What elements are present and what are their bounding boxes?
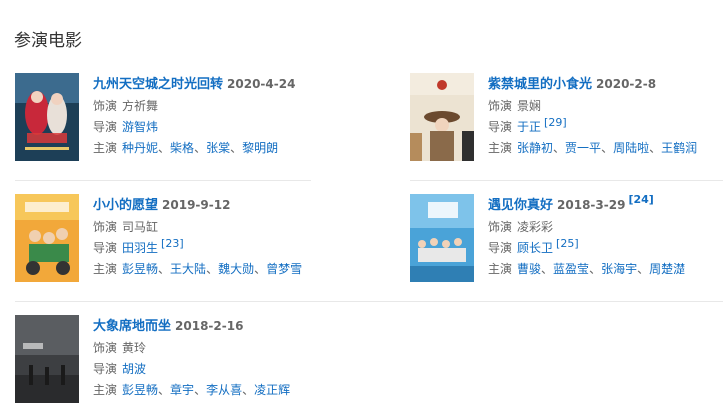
cast-link[interactable]: 王大陆	[170, 262, 206, 276]
row-divider	[410, 180, 723, 181]
cast-link[interactable]: 贾一平	[565, 141, 601, 155]
cast-link[interactable]: 种丹妮	[122, 141, 158, 155]
citation-ref[interactable]: [24]	[628, 193, 653, 206]
citation-ref[interactable]: [25]	[556, 237, 579, 250]
section-title: 参演电影	[14, 31, 82, 51]
director-label: 导演	[93, 241, 118, 255]
role-value: 景娴	[517, 99, 542, 113]
director-link[interactable]: 游智炜	[122, 120, 158, 134]
release-date: 2020-2-8	[596, 77, 657, 91]
cast-link[interactable]: 蓝盈莹	[553, 262, 589, 276]
cast-link[interactable]: 曾梦雪	[266, 262, 302, 276]
role-label: 饰演	[488, 99, 513, 113]
role-value: 司马缸	[122, 220, 159, 234]
director-link[interactable]: 田羽生	[122, 241, 158, 255]
director-link[interactable]: 胡波	[122, 362, 146, 376]
director-label: 导演	[488, 241, 513, 255]
cast-link[interactable]: 柴格	[170, 141, 194, 155]
release-date: 2018-3-29	[557, 198, 626, 212]
role-label: 饰演	[93, 341, 118, 355]
movie-poster[interactable]	[15, 194, 79, 282]
movie-card: 九州天空城之时光回转 2020-4-24 饰演 方祈舞 导演 游智炜 主演 种丹妮、柴格…	[15, 73, 315, 161]
row-divider	[15, 180, 311, 181]
cast-label: 主演	[488, 262, 513, 276]
citation-ref[interactable]: [29]	[544, 116, 567, 129]
director-label: 导演	[93, 362, 118, 376]
director-link[interactable]: 于正	[517, 120, 541, 134]
cast-link[interactable]: 周楚濋	[649, 262, 685, 276]
cast-link[interactable]: 黎明朗	[242, 141, 278, 155]
cast-link[interactable]: 张静初	[517, 141, 553, 155]
cast-link[interactable]: 彭昱畅	[122, 262, 158, 276]
release-date: 2019-9-12	[162, 198, 231, 212]
movie-title-link[interactable]: 紫禁城里的小食光	[488, 77, 592, 92]
movie-poster[interactable]	[410, 194, 474, 282]
row-divider	[15, 301, 723, 302]
role-label: 饰演	[93, 220, 118, 234]
movie-card: 遇见你真好 2018-3-29 [24] 饰演 凌彩彩 导演 顾长卫 [25] 主演 曹骏、…	[410, 194, 710, 282]
role-value: 方祈舞	[122, 99, 159, 113]
movie-poster[interactable]	[15, 315, 79, 403]
movie-poster[interactable]	[15, 73, 79, 161]
cast-link[interactable]: 周陆啦	[613, 141, 649, 155]
movie-title-link[interactable]: 九州天空城之时光回转	[93, 77, 223, 92]
movie-title-link[interactable]: 大象席地而坐	[93, 319, 171, 334]
movie-card: 紫禁城里的小食光 2020-2-8 饰演 景娴 导演 于正 [29] 主演 张静初、贾一平…	[410, 73, 710, 161]
movie-card: 大象席地而坐 2018-2-16 饰演 黄玲 导演 胡波 主演 彭昱畅、章宇、李从喜、凌…	[15, 315, 315, 403]
movie-title-link[interactable]: 遇见你真好	[488, 198, 553, 213]
movie-card: 小小的愿望 2019-9-12 饰演 司马缸 导演 田羽生 [23] 主演 彭昱畅、王大陆…	[15, 194, 315, 282]
cast-link[interactable]: 张海宇	[601, 262, 637, 276]
release-date: 2018-2-16	[175, 319, 244, 333]
cast-link[interactable]: 章宇	[170, 383, 194, 397]
release-date: 2020-4-24	[227, 77, 296, 91]
cast-link[interactable]: 曹骏	[517, 262, 541, 276]
role-value: 凌彩彩	[517, 220, 554, 234]
cast-label: 主演	[488, 141, 513, 155]
role-label: 饰演	[488, 220, 513, 234]
cast-link[interactable]: 魏大勋	[218, 262, 254, 276]
cast-label: 主演	[93, 383, 118, 397]
cast-link[interactable]: 王鹤润	[661, 141, 697, 155]
movie-poster[interactable]	[410, 73, 474, 161]
citation-ref[interactable]: [23]	[161, 237, 184, 250]
cast-label: 主演	[93, 141, 118, 155]
cast-label: 主演	[93, 262, 118, 276]
role-label: 饰演	[93, 99, 118, 113]
director-link[interactable]: 顾长卫	[517, 241, 553, 255]
movie-title-link[interactable]: 小小的愿望	[93, 198, 158, 213]
cast-link[interactable]: 李从喜	[206, 383, 242, 397]
cast-link[interactable]: 凌正辉	[254, 383, 290, 397]
role-value: 黄玲	[122, 341, 147, 355]
cast-link[interactable]: 张棠	[206, 141, 230, 155]
cast-link[interactable]: 彭昱畅	[122, 383, 158, 397]
director-label: 导演	[93, 120, 118, 134]
director-label: 导演	[488, 120, 513, 134]
